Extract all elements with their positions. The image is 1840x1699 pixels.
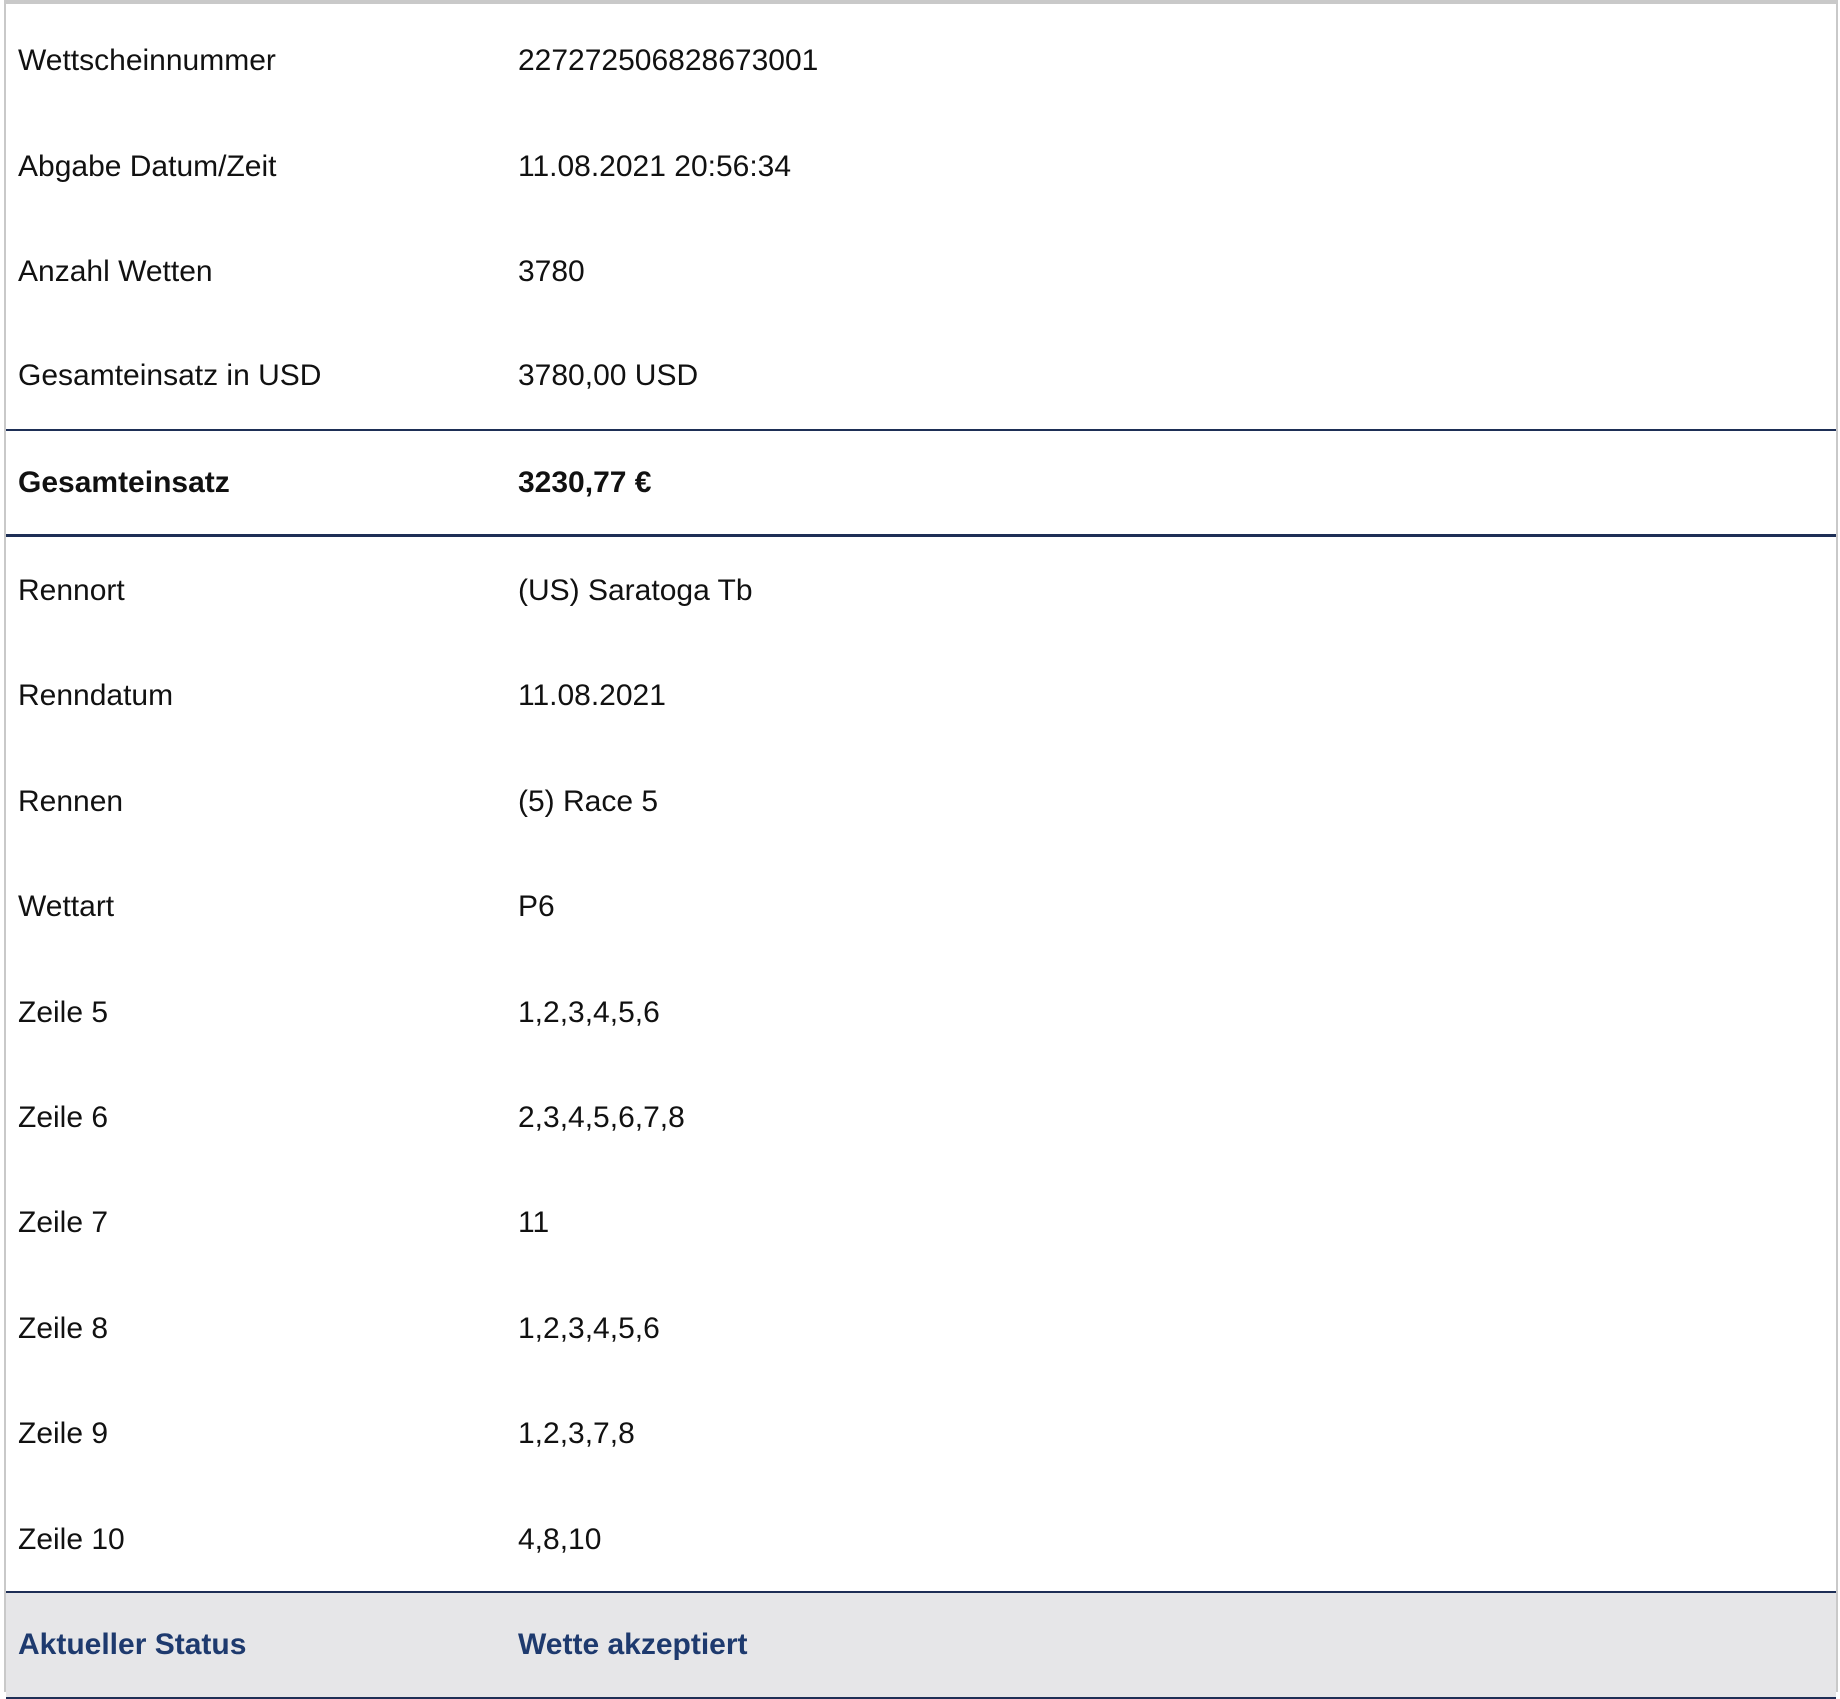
row-rennort: Rennort (US) Saratoga Tb [6, 538, 1836, 644]
row-label: Zeile 5 [18, 996, 109, 1029]
row-label: Renndatum [18, 679, 174, 712]
status-value: Wette akzeptiert [518, 1628, 748, 1661]
row-label: Wettart [18, 890, 115, 923]
row-value: 11 [518, 1206, 550, 1239]
row-label: Gesamteinsatz in USD [18, 359, 322, 392]
row-label: Rennort [18, 574, 125, 607]
total-value: 3230,77 € [518, 465, 652, 499]
total-label: Gesamteinsatz [18, 465, 230, 499]
row-zeile-7: Zeile 7 11 [6, 1170, 1836, 1276]
row-wettart: Wettart P6 [6, 854, 1836, 960]
row-value: 1,2,3,4,5,6 [518, 996, 660, 1029]
row-renndatum: Renndatum 11.08.2021 [6, 643, 1836, 749]
row-label: Zeile 10 [18, 1523, 125, 1556]
row-label: Wettscheinnummer [18, 44, 276, 77]
row-rennen: Rennen (5) Race 5 [6, 749, 1836, 855]
row-zeile-6: Zeile 6 2,3,4,5,6,7,8 [6, 1065, 1836, 1171]
row-abgabe-datum-zeit: Abgabe Datum/Zeit 11.08.2021 20:56:34 [6, 114, 1836, 220]
row-label: Zeile 9 [18, 1417, 109, 1450]
row-anzahl-wetten: Anzahl Wetten 3780 [6, 219, 1836, 325]
row-gesamteinsatz-usd: Gesamteinsatz in USD 3780,00 USD [6, 323, 1836, 429]
row-value: (US) Saratoga Tb [518, 574, 753, 607]
row-value: 11.08.2021 [518, 679, 666, 712]
row-label: Abgabe Datum/Zeit [18, 150, 277, 183]
row-value: (5) Race 5 [518, 785, 659, 818]
row-value: 3780 [518, 255, 585, 288]
status-label: Aktueller Status [18, 1628, 247, 1661]
row-zeile-9: Zeile 9 1,2,3,7,8 [6, 1381, 1836, 1487]
row-value: P6 [518, 890, 555, 923]
row-value: 227272506828673001 [518, 44, 819, 77]
row-label: Anzahl Wetten [18, 255, 213, 288]
row-value: 2,3,4,5,6,7,8 [518, 1101, 685, 1134]
bet-ticket-table: Wettscheinnummer 227272506828673001 Abga… [4, 0, 1838, 1699]
row-value: 1,2,3,4,5,6 [518, 1312, 660, 1345]
row-value: 1,2,3,7,8 [518, 1417, 635, 1450]
row-value: 3780,00 USD [518, 359, 699, 392]
row-zeile-8: Zeile 8 1,2,3,4,5,6 [6, 1276, 1836, 1382]
row-value: 11.08.2021 20:56:34 [518, 150, 792, 183]
row-label: Zeile 7 [18, 1206, 109, 1239]
row-label: Rennen [18, 785, 124, 818]
row-zeile-5: Zeile 5 1,2,3,4,5,6 [6, 960, 1836, 1066]
row-gesamteinsatz-total: Gesamteinsatz 3230,77 € [6, 429, 1836, 537]
row-aktueller-status: Aktueller Status Wette akzeptiert [6, 1591, 1836, 1699]
row-label: Zeile 6 [18, 1101, 109, 1134]
row-label: Zeile 8 [18, 1312, 109, 1345]
row-wettscheinnummer: Wettscheinnummer 227272506828673001 [6, 8, 1836, 114]
row-value: 4,8,10 [518, 1523, 602, 1556]
row-zeile-10: Zeile 10 4,8,10 [6, 1487, 1836, 1593]
